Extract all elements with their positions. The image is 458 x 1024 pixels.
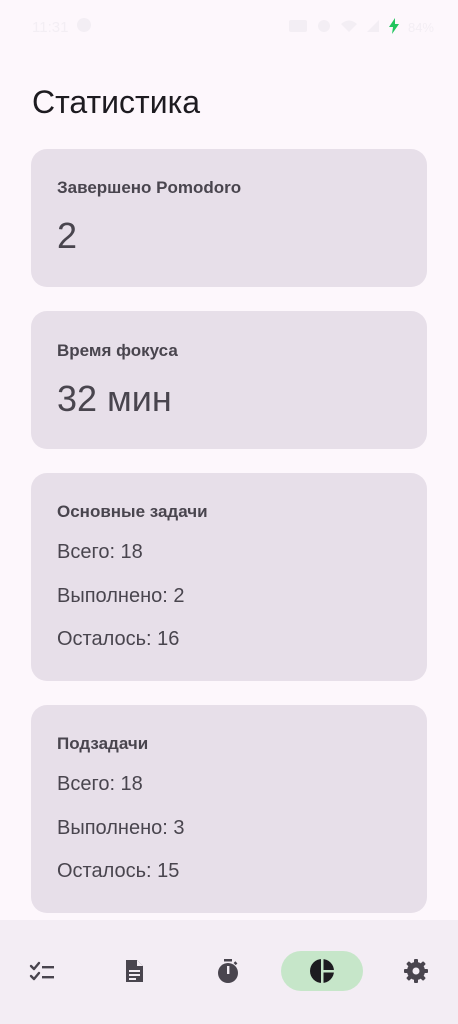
- focus-time-card: Время фокуса 32 мин: [31, 311, 427, 449]
- nav-timer[interactable]: [187, 951, 269, 991]
- main-tasks-card: Основные задачи Всего: 18 Выполнено: 2 О…: [31, 473, 427, 681]
- statistics-pie-icon: [310, 959, 334, 983]
- nav-notes[interactable]: [93, 951, 175, 991]
- subtasks-card: Подзадачи Всего: 18 Выполнено: 3 Осталос…: [31, 705, 427, 913]
- status-bar: 11:31 84%: [0, 0, 458, 56]
- nav-tasks[interactable]: [1, 951, 83, 991]
- main-tasks-left: Осталось: 16: [57, 628, 180, 650]
- pomodoro-label: Завершено Pomodoro: [57, 178, 242, 197]
- settings-gear-icon: [404, 959, 428, 983]
- alarm-icon: [316, 18, 332, 37]
- status-right: 84%: [288, 18, 434, 37]
- focus-time-label: Время фокуса: [57, 341, 178, 360]
- subtasks-done: Выполнено: 3: [57, 817, 185, 839]
- focus-time-value: 32 мин: [57, 378, 172, 419]
- bottom-navigation: [0, 920, 458, 1024]
- nav-statistics[interactable]: [281, 951, 363, 991]
- nav-settings[interactable]: [375, 951, 457, 991]
- pomodoro-count: 2: [57, 215, 78, 256]
- status-left: 11:31: [32, 17, 92, 37]
- main-tasks-done: Выполнено: 2: [57, 585, 185, 607]
- charging-icon: [388, 18, 400, 37]
- subtasks-total: Всего: 18: [57, 773, 143, 795]
- checklist-icon: [29, 961, 54, 981]
- sim-card-icon: [288, 19, 308, 36]
- subtasks-label: Подзадачи: [57, 734, 149, 753]
- signal-icon: [366, 19, 380, 36]
- timer-icon: [218, 959, 238, 983]
- main-tasks-total: Всего: 18: [57, 541, 143, 563]
- pomodoro-card: Завершено Pomodoro 2: [31, 149, 427, 287]
- notification-icon: [76, 17, 92, 37]
- battery-level: 84%: [407, 20, 434, 35]
- main-tasks-label: Основные задачи: [57, 502, 208, 521]
- wifi-icon: [340, 19, 358, 36]
- subtasks-left: Осталось: 15: [57, 860, 180, 882]
- page-title: Статистика: [32, 84, 201, 120]
- status-time: 11:31: [32, 18, 69, 36]
- document-icon: [126, 960, 143, 982]
